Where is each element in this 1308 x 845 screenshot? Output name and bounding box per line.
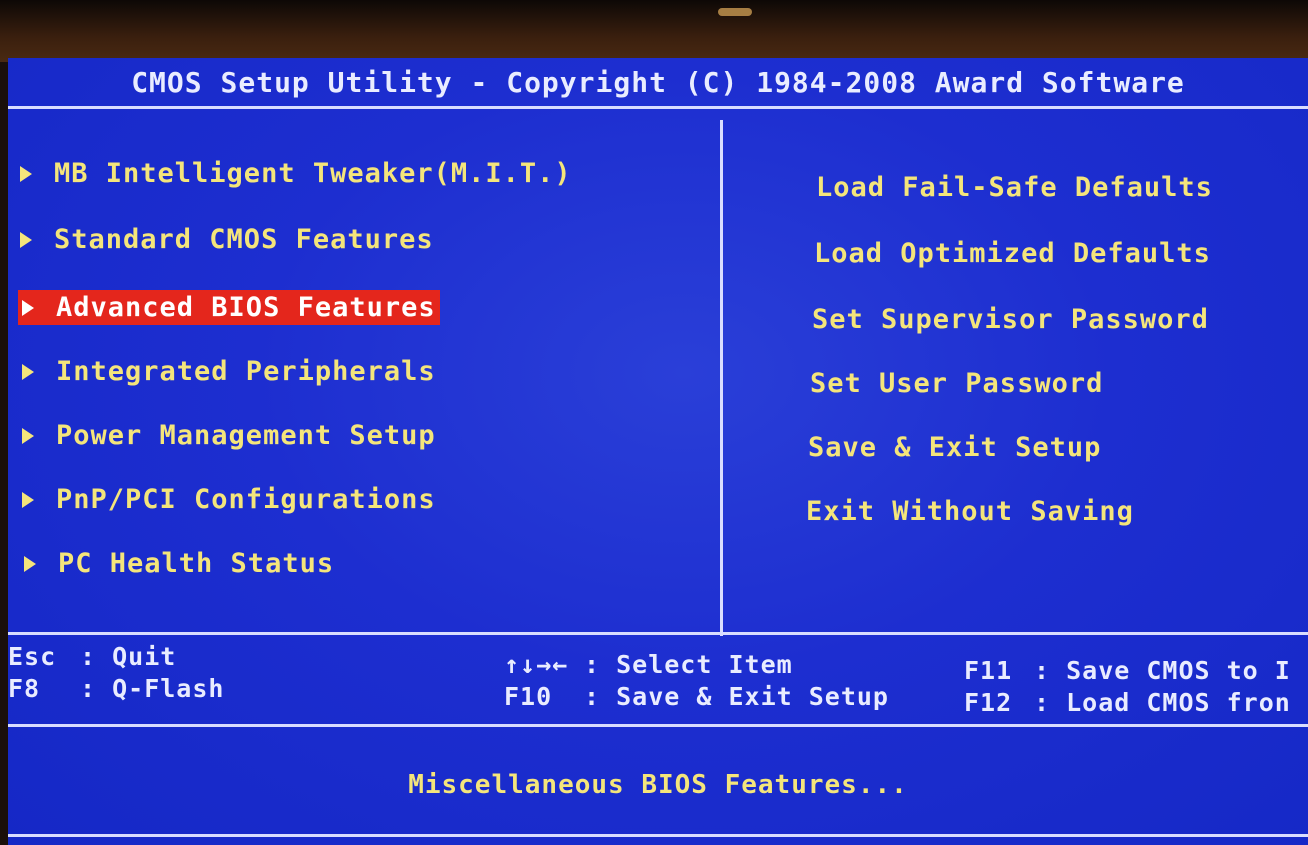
- arrow-icon: [20, 231, 32, 248]
- help-key: Esc: [8, 642, 57, 671]
- help-action: : Save CMOS to I: [1034, 656, 1291, 685]
- help-f8: F8 : Q-Flash: [8, 674, 224, 703]
- menu-item-load-optimized[interactable]: Load Optimized Defaults: [814, 238, 1211, 269]
- menu-item-exit-without-saving[interactable]: Exit Without Saving: [806, 496, 1134, 527]
- menu-item-advanced-bios[interactable]: Advanced BIOS Features: [18, 290, 440, 325]
- help-key: F12: [964, 688, 1013, 717]
- title-bar: CMOS Setup Utility - Copyright (C) 1984-…: [131, 65, 1185, 99]
- arrow-icon: [20, 165, 32, 182]
- help-key: F11: [964, 656, 1013, 685]
- screen-glare: [718, 8, 752, 16]
- menu-item-set-user-password[interactable]: Set User Password: [810, 368, 1103, 399]
- help-action: : Save & Exit Setup: [584, 682, 889, 711]
- help-f12: F12 : Load CMOS fron: [964, 688, 1291, 717]
- help-key: F10: [504, 682, 553, 711]
- arrow-icon: [22, 491, 34, 508]
- menu-item-save-exit[interactable]: Save & Exit Setup: [808, 432, 1101, 463]
- help-action: : Select Item: [584, 650, 793, 679]
- monitor-bezel: [0, 0, 1308, 62]
- divider-bottom: [8, 834, 1308, 837]
- menu-item-standard-cmos[interactable]: Standard CMOS Features: [20, 224, 434, 255]
- arrow-icon: [22, 363, 34, 380]
- divider-vertical: [720, 120, 723, 636]
- menu-item-label: Advanced BIOS Features: [56, 292, 436, 323]
- bios-screen: CMOS Setup Utility - Copyright (C) 1984-…: [8, 58, 1308, 845]
- arrow-icon: [22, 299, 34, 316]
- menu-item-label: Standard CMOS Features: [54, 224, 434, 255]
- divider-help-bottom: [8, 724, 1308, 727]
- help-f10: F10 : Save & Exit Setup: [504, 682, 889, 711]
- help-f11: F11 : Save CMOS to I: [964, 656, 1291, 685]
- arrow-keys-icon: ↑↓→←: [504, 650, 569, 679]
- help-esc: Esc : Quit: [8, 642, 176, 671]
- arrow-icon: [24, 555, 36, 572]
- menu-item-pc-health[interactable]: PC Health Status: [24, 548, 334, 579]
- help-arrows: ↑↓→← : Select Item: [504, 650, 793, 679]
- menu-item-pnp-pci[interactable]: PnP/PCI Configurations: [22, 484, 436, 515]
- menu-item-load-fail-safe[interactable]: Load Fail-Safe Defaults: [816, 172, 1213, 203]
- item-description: Miscellaneous BIOS Features...: [408, 770, 908, 800]
- menu-item-set-supervisor-password[interactable]: Set Supervisor Password: [812, 304, 1209, 335]
- menu-item-label: MB Intelligent Tweaker(M.I.T.): [54, 158, 572, 189]
- divider-help-top: [8, 632, 1308, 635]
- help-action: : Quit: [80, 642, 177, 671]
- menu-item-label: PnP/PCI Configurations: [56, 484, 436, 515]
- menu-item-label: Integrated Peripherals: [56, 356, 436, 387]
- help-action: : Q-Flash: [80, 674, 225, 703]
- menu-item-label: Power Management Setup: [56, 420, 436, 451]
- arrow-icon: [22, 427, 34, 444]
- menu-item-mit[interactable]: MB Intelligent Tweaker(M.I.T.): [20, 158, 572, 189]
- help-action: : Load CMOS fron: [1034, 688, 1291, 717]
- help-key: F8: [8, 674, 41, 703]
- divider-top: [8, 106, 1308, 109]
- menu-item-integrated-peripherals[interactable]: Integrated Peripherals: [22, 356, 436, 387]
- menu-item-power-management[interactable]: Power Management Setup: [22, 420, 436, 451]
- menu-item-label: PC Health Status: [58, 548, 335, 579]
